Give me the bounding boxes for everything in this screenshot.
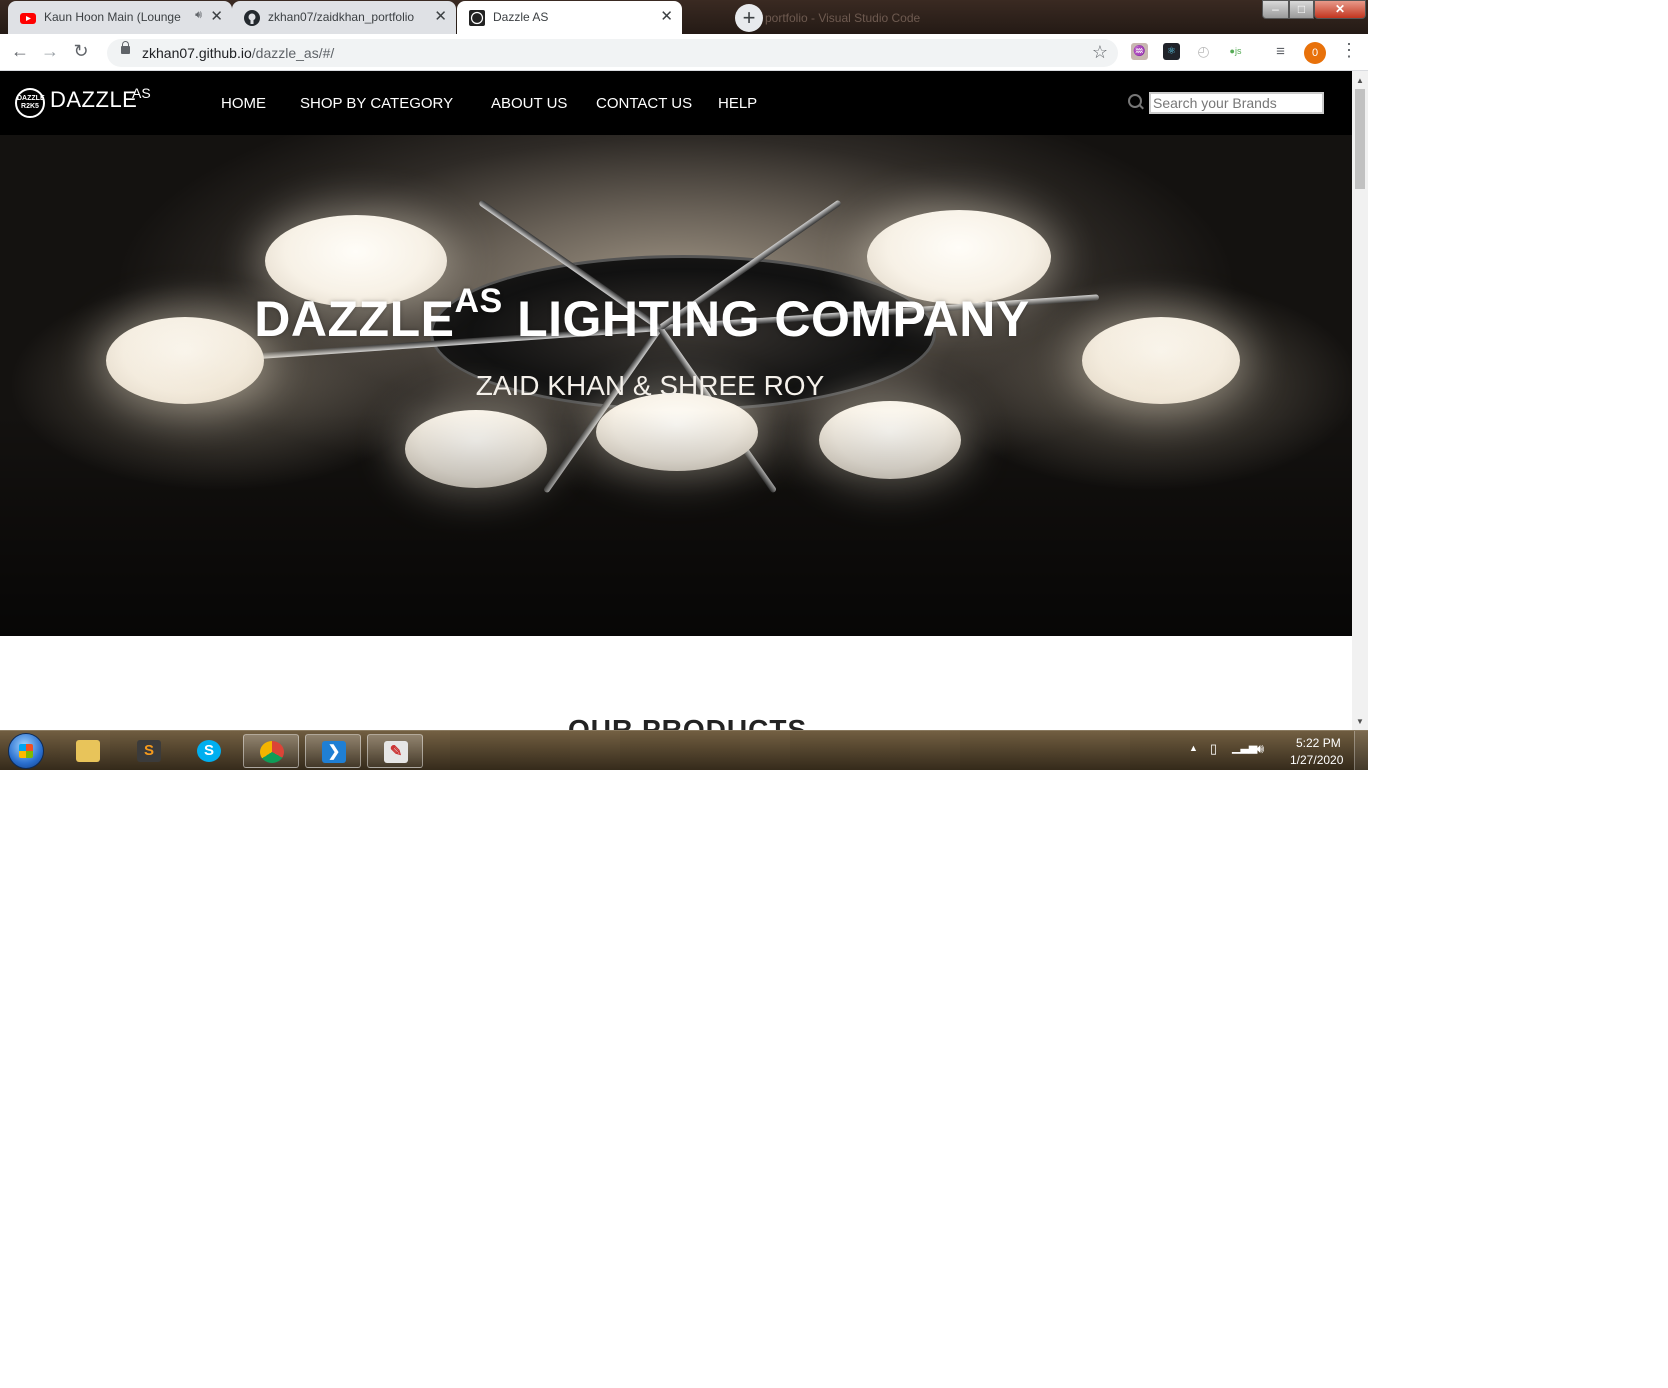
logo-badge-text: DAZZLE R2K5	[17, 95, 45, 110]
volume-icon[interactable]: 🔊︎	[1256, 741, 1264, 757]
tray-overflow-arrow-icon[interactable]: ▲	[1189, 743, 1198, 753]
start-button[interactable]	[8, 733, 44, 769]
close-tab-icon[interactable]: ✕	[210, 7, 223, 25]
hero-title-superscript: AS	[454, 282, 503, 320]
lock-icon[interactable]	[121, 41, 130, 54]
reload-icon[interactable]: ↻	[70, 41, 92, 62]
minimize-button[interactable]: –	[1262, 0, 1289, 19]
windows-taskbar: S S ❯ ✎ ▲ ▯ ▁▃▅ 🔊︎ 5:22 PM 1/27/2020	[0, 730, 1368, 770]
taskbar-vscode[interactable]: ❯	[305, 734, 361, 768]
close-tab-icon[interactable]: ✕	[660, 7, 673, 25]
battery-icon[interactable]: ▯	[1210, 741, 1217, 757]
screen: Kaun Hoon Main (Lounge Mix) 🔊︎ ✕ zkhan07…	[0, 0, 1368, 770]
pdf-extension-icon[interactable]: ♒	[1131, 43, 1148, 60]
github-icon	[244, 10, 260, 26]
tab-github[interactable]: zkhan07/zaidkhan_portfolio ✕	[232, 1, 456, 34]
nav-contact-us[interactable]: CONTACT US	[596, 95, 692, 112]
media-control-icon[interactable]: ≡	[1272, 43, 1289, 60]
hero-subtitle: ZAID KHAN & SHREE ROY	[475, 370, 825, 401]
browser-tab-strip: Kaun Hoon Main (Lounge Mix) 🔊︎ ✕ zkhan07…	[0, 0, 1368, 34]
url-text[interactable]: zkhan07.github.io/dazzle_as/#/	[142, 45, 334, 61]
clock-time[interactable]: 5:22 PM	[1296, 736, 1341, 750]
site-navbar: DAZZLE R2K5 DAZZLE AS HOME SHOP BY CATEG…	[0, 71, 1352, 135]
hero-title-main: DAZZLE	[254, 291, 455, 347]
nav-help[interactable]: HELP	[718, 95, 757, 112]
address-bar[interactable]: zkhan07.github.io/dazzle_as/#/ ☆	[107, 39, 1118, 67]
dazzle-logo-icon	[469, 10, 485, 26]
taskbar-chrome[interactable]	[243, 734, 299, 768]
dazzle-logo-badge[interactable]: DAZZLE R2K5	[15, 88, 45, 118]
skype-icon: S	[197, 740, 221, 762]
browser-toolbar: ← → ↻ zkhan07.github.io/dazzle_as/#/ ☆ ♒…	[0, 34, 1368, 71]
tab-title: Kaun Hoon Main (Lounge Mix)	[44, 10, 184, 24]
url-host: zkhan07.github.io	[142, 45, 252, 61]
tab-title: zkhan07/zaidkhan_portfolio	[268, 10, 415, 24]
taskbar-skype[interactable]: S	[181, 734, 237, 768]
nav-home[interactable]: HOME	[221, 95, 266, 112]
profile-avatar[interactable]: 0	[1304, 42, 1326, 64]
explorer-icon	[76, 740, 100, 762]
forward-icon[interactable]: →	[39, 41, 61, 62]
tab-title: Dazzle AS	[493, 10, 549, 24]
search-icon[interactable]	[1128, 94, 1142, 108]
close-window-button[interactable]: ✕	[1314, 0, 1366, 19]
site-logo-text[interactable]: DAZZLE	[50, 87, 137, 113]
close-tab-icon[interactable]: ✕	[434, 7, 447, 25]
tab-dazzle[interactable]: Dazzle AS ✕	[457, 1, 682, 34]
maximize-button[interactable]: □	[1289, 0, 1314, 19]
network-signal-icon[interactable]: ▁▃▅	[1232, 741, 1257, 754]
taskbar-explorer[interactable]	[60, 734, 116, 768]
site-logo-superscript: AS	[132, 85, 151, 101]
nav-shop-by-category[interactable]: SHOP BY CATEGORY	[300, 95, 453, 112]
scroll-down-arrow-icon[interactable]: ▼	[1356, 717, 1364, 726]
vscode-icon: ❯	[322, 741, 346, 763]
nav-about-us[interactable]: ABOUT US	[491, 95, 567, 112]
page-scrollbar[interactable]: ▲ ▼	[1352, 71, 1368, 730]
taskbar-paint[interactable]: ✎	[367, 734, 423, 768]
hero-title-rest: LIGHTING COMPANY	[502, 291, 1030, 347]
js-extension-icon[interactable]: ●js	[1227, 43, 1244, 60]
brand-search-input[interactable]	[1149, 92, 1324, 114]
clock-date[interactable]: 1/27/2020	[1290, 753, 1343, 767]
url-path: /dazzle_as/#/	[251, 45, 335, 61]
tab-youtube[interactable]: Kaun Hoon Main (Lounge Mix) 🔊︎ ✕	[8, 1, 233, 34]
chrome-menu-icon[interactable]: ⋮	[1340, 40, 1358, 61]
youtube-icon	[20, 13, 36, 24]
hero-banner: DAZZLEAS LIGHTING COMPANY ZAID KHAN & SH…	[0, 135, 1352, 636]
taskbar-sublime-text[interactable]: S	[121, 734, 177, 768]
react-devtools-icon[interactable]: ⚛	[1163, 43, 1180, 60]
scroll-up-arrow-icon[interactable]: ▲	[1356, 76, 1364, 85]
paint-icon: ✎	[384, 741, 408, 763]
hero-title: DAZZLEAS LIGHTING COMPANY	[0, 282, 1284, 348]
show-desktop-button[interactable]	[1354, 731, 1368, 770]
back-icon[interactable]: ←	[9, 41, 31, 62]
new-tab-button[interactable]: +	[735, 4, 763, 32]
bookmark-star-icon[interactable]: ☆	[1092, 42, 1108, 63]
sublime-text-icon: S	[137, 740, 161, 762]
timer-extension-icon[interactable]: ◴	[1195, 43, 1212, 60]
chrome-icon	[260, 741, 284, 763]
scrollbar-thumb[interactable]	[1355, 89, 1365, 189]
background-window-title: portfolio - Visual Studio Code	[765, 11, 921, 25]
speaker-icon[interactable]: 🔊︎	[195, 9, 202, 22]
